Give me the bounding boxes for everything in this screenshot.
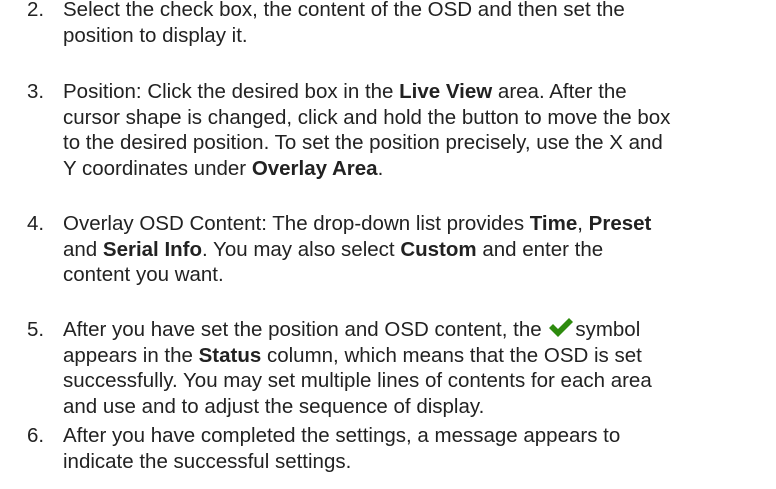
text-run: column, which means that the OSD is set <box>261 343 642 367</box>
text-run: , <box>577 212 589 235</box>
text-run: area. After the <box>492 80 627 103</box>
text-run: and <box>63 237 103 261</box>
text-run: After you have set the position and OSD … <box>63 318 548 341</box>
text-line: After you have set the position and OSD … <box>63 317 768 343</box>
text-line: position to display it. <box>63 23 248 47</box>
ui-term-custom: Custom <box>400 237 477 261</box>
step-text: Select the check box, the content of the… <box>63 0 768 48</box>
text-line: Overlay OSD Content: The drop-down list … <box>63 211 768 237</box>
text-line: appears in the Status column, which mean… <box>63 343 768 369</box>
text-line: and use and to adjust the sequence of di… <box>63 394 485 418</box>
step-number: 3. <box>27 80 45 103</box>
step-number: 2. <box>27 0 45 21</box>
step-text: After you have set the position and OSD … <box>63 317 768 419</box>
step-number: 4. <box>27 212 45 235</box>
text-line: cursor shape is changed, click and hold … <box>63 105 671 129</box>
ui-term-overlay-area: Overlay Area <box>251 156 378 180</box>
ui-term-preset: Preset <box>588 212 652 235</box>
step-text: Overlay OSD Content: The drop-down list … <box>63 211 768 288</box>
text-line: Y coordinates under Overlay Area. <box>63 156 768 182</box>
text-line: to the desired position. To set the posi… <box>63 131 663 154</box>
text-run: appears in the <box>63 343 199 367</box>
text-line: Position: Click the desired box in the L… <box>63 79 768 105</box>
checkmark-icon <box>549 318 574 337</box>
text-line: and Serial Info. You may also select Cus… <box>63 237 768 263</box>
text-line: content you want. <box>63 263 224 286</box>
text-line: successfully. You may set multiple lines… <box>63 369 652 392</box>
text-run: Position: Click the desired box in the <box>63 80 400 103</box>
text-line: indicate the successful settings. <box>63 449 352 473</box>
text-run: . You may also select <box>202 237 401 261</box>
ui-term-status: Status <box>198 343 262 367</box>
step-text: After you have completed the settings, a… <box>63 423 768 474</box>
document-page: 2. Select the check box, the content of … <box>0 0 776 489</box>
text-run: and enter the <box>476 237 604 261</box>
text-run: Overlay OSD Content: The drop-down list … <box>63 212 530 235</box>
step-text: Position: Click the desired box in the L… <box>63 79 768 181</box>
text-run: Y coordinates under <box>63 156 252 180</box>
ui-term-time: Time <box>529 212 578 235</box>
ui-term-serial-info: Serial Info <box>102 237 203 261</box>
step-number: 5. <box>27 318 45 341</box>
ui-term-live-view: Live View <box>399 80 493 103</box>
text-run: . <box>377 156 384 180</box>
text-line: Select the check box, the content of the… <box>63 0 625 21</box>
text-run: symbol <box>575 318 641 341</box>
text-line: After you have completed the settings, a… <box>63 424 621 447</box>
step-number: 6. <box>27 424 45 447</box>
